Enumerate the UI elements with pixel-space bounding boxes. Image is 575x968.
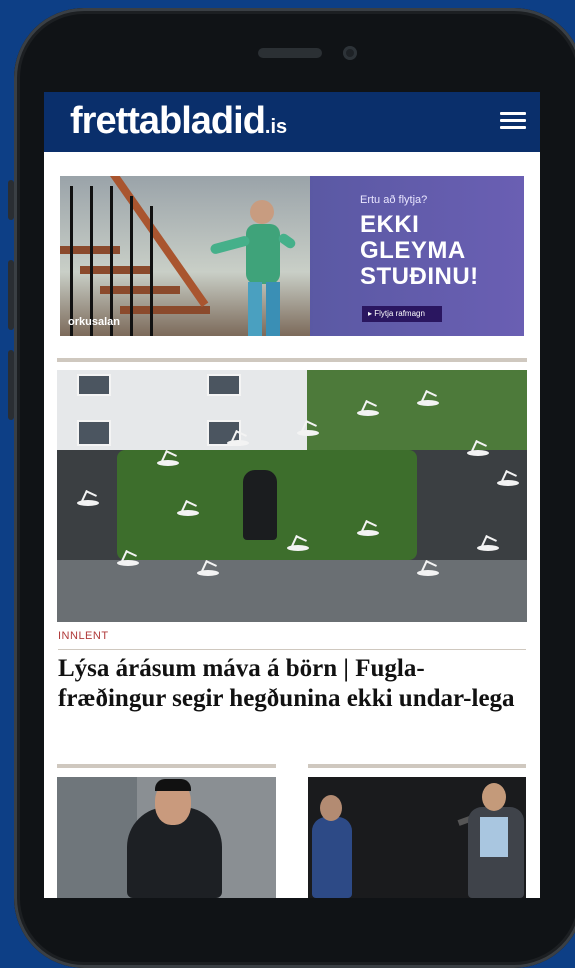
article-category[interactable]: INNLENT (58, 630, 109, 642)
photo-ground (57, 560, 527, 622)
ad-photo (60, 176, 310, 336)
ad-tagline: Ertu að flytja? (360, 194, 428, 206)
logo-tld: .is (264, 116, 288, 138)
ad-headline: EKKI GLEYMA STUÐINU! (360, 212, 479, 290)
article-hero-image[interactable] (57, 370, 527, 622)
article-thumbnail-2[interactable] (308, 777, 526, 898)
ad-person (210, 200, 296, 336)
phone-mute-switch (8, 180, 14, 220)
phone-volume-up (8, 260, 14, 330)
phone-volume-down (8, 350, 14, 420)
section-divider-right (308, 764, 526, 768)
section-divider-left (57, 764, 276, 768)
site-header: frettabladid.is (44, 92, 540, 152)
photo-trees (307, 370, 527, 450)
section-divider (57, 358, 527, 362)
advertisement-banner[interactable]: orkusalan Ertu að flytja? EKKI GLEYMA ST… (60, 176, 524, 336)
hamburger-menu-icon[interactable] (500, 112, 526, 132)
photo-building (57, 370, 337, 460)
ad-brand: orkusalan (68, 316, 120, 328)
article-headline[interactable]: Lýsa árásum máva á börn | Fugla-fræðingu… (58, 654, 524, 714)
logo-text: frettabladid (70, 100, 266, 142)
ad-headline-line2: GLEYMA (360, 237, 466, 264)
phone-camera (343, 46, 357, 60)
photo-person (243, 470, 277, 540)
phone-speaker (258, 48, 322, 58)
category-divider (58, 649, 526, 650)
browser-screen: frettabladid.is orkusalan Ertu að flytja… (44, 92, 540, 898)
ad-cta-button[interactable]: ▸ Flytja rafmagn (362, 306, 442, 322)
ad-headline-line3: STUÐINU! (360, 263, 479, 290)
ad-headline-line1: EKKI (360, 211, 420, 238)
article-thumbnail-1[interactable] (57, 777, 276, 898)
site-logo[interactable]: frettabladid.is (70, 100, 287, 143)
